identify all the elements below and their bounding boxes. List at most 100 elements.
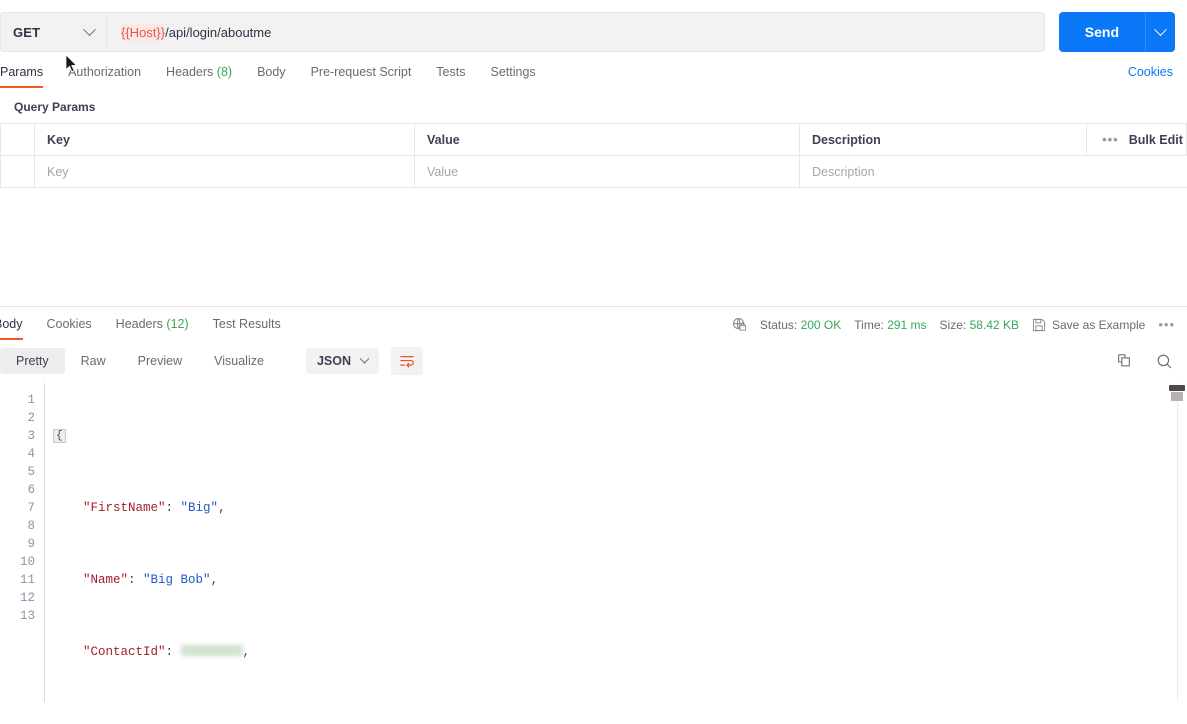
row-actions-cell [1086,155,1187,188]
fold-toggle[interactable]: { [53,429,66,443]
line-number: 6 [27,483,35,497]
time-label: Time: [854,317,884,332]
redacted-value [180,645,243,656]
select-all-cell[interactable] [0,123,35,156]
json-key: "Name" [83,573,129,587]
send-button-group: Send [1058,12,1175,52]
table-more-options-icon[interactable]: ••• [1102,132,1119,147]
line-number: 1 [27,393,35,407]
line-number: 4 [27,447,35,461]
tab-settings-label: Settings [490,65,536,79]
code-content[interactable]: { "FirstName": "Big", "Name": "Big Bob",… [44,383,1187,702]
http-method-label: GET [13,24,41,40]
search-icon[interactable] [1156,353,1173,370]
tab-tests[interactable]: Tests [436,65,465,88]
query-params-title: Query Params [14,100,96,114]
view-mode-preview[interactable]: Preview [122,348,198,374]
cookies-link[interactable]: Cookies [1128,65,1173,79]
tab-body-label: Body [257,65,286,79]
code-line-3: "Name": "Big Bob", [83,573,219,587]
response-body-toolbar: Pretty Raw Preview Visualize JSON [0,340,1187,382]
response-meta: Status: 200 OK Time: 291 ms Size: 58.42 … [732,317,1175,332]
tab-body[interactable]: Body [257,65,286,88]
line-number: 10 [19,555,35,569]
body-scrollbar[interactable] [1169,383,1185,702]
tab-authorization[interactable]: Authorization [68,65,141,88]
scrollbar-thumb-secondary[interactable] [1171,392,1183,401]
response-tab-body-label: Body [0,317,23,331]
column-header-value: Value [414,123,800,156]
size-label: Size: [939,317,967,332]
line-number: 8 [27,519,35,533]
response-tab-headers[interactable]: Headers (12) [116,317,189,340]
response-tab-cookies[interactable]: Cookies [47,317,92,340]
tab-params[interactable]: Params [0,65,44,88]
json-value: "Big" [180,501,219,515]
size-value: 58.42 KB [969,317,1019,332]
tab-pre-request-script-label: Pre-request Script [310,65,412,79]
table-row: Key Value Description [0,155,1187,188]
network-lock-icon[interactable] [732,317,747,332]
tab-headers[interactable]: Headers (8) [166,65,232,88]
response-headers-count: (12) [166,317,189,331]
response-tab-body[interactable]: Body [0,317,23,340]
json-key: "FirstName" [83,501,166,515]
line-number: 9 [27,537,35,551]
row-checkbox-cell[interactable] [0,155,35,188]
scrollbar-thumb[interactable] [1169,385,1185,391]
line-number: 2 [27,411,35,425]
status-label: Status: [759,317,798,332]
url-input[interactable]: {{Host}}/api/login/aboutme [106,12,1045,52]
http-method-selector[interactable]: GET [0,12,106,52]
request-tabs: Params Authorization Headers (8) Body Pr… [0,56,1187,88]
time-badge: Time: 291 ms [854,318,926,332]
request-bar: GET {{Host}}/api/login/aboutme Send [0,0,1187,56]
json-key: "ContactId" [83,645,166,659]
tab-settings[interactable]: Settings [490,65,535,88]
bulk-edit-button[interactable]: Bulk Edit [1129,133,1183,147]
line-number: 3 [27,429,35,443]
line-number: 5 [27,465,35,479]
line-number: 13 [19,609,35,623]
response-format-selector[interactable]: JSON [305,348,379,374]
response-tab-test-results[interactable]: Test Results [213,317,281,340]
tab-pre-request-script[interactable]: Pre-request Script [311,65,412,88]
status-badge: Status: 200 OK [760,318,841,332]
line-number-gutter: 1 2 3 4 5 6 7 8 9 10 11 12 13 [0,383,44,702]
copy-icon[interactable] [1116,353,1132,369]
json-comma: , [210,573,219,587]
time-value: 291 ms [887,317,927,332]
chevron-down-icon [359,353,370,364]
url-variable-token: {{Host}} [121,23,166,41]
save-as-example-button[interactable]: Save as Example [1032,318,1145,332]
table-header-row: Key Value Description ••• Bulk Edit [0,123,1187,156]
description-input[interactable]: Description [799,155,1087,188]
response-tab-test-results-label: Test Results [212,317,281,331]
json-comma: , [218,501,226,515]
value-input[interactable]: Value [414,155,800,188]
value-placeholder: Value [427,164,459,179]
line-number: 11 [19,573,35,587]
wrap-text-button[interactable] [391,347,423,375]
response-tabs: Body Cookies Headers (12) Test Results S… [0,307,1187,340]
view-mode-visualize[interactable]: Visualize [198,348,280,374]
tab-authorization-label: Authorization [68,65,142,79]
key-input[interactable]: Key [34,155,415,188]
url-path-text: /api/login/aboutme [165,24,272,40]
view-mode-raw[interactable]: Raw [65,348,122,374]
tab-params-label: Params [0,65,44,79]
view-mode-pretty[interactable]: Pretty [0,348,65,374]
json-comma: , [242,645,251,659]
json-value: "Big Bob" [143,573,211,587]
code-line-4: "ContactId": , [83,645,251,659]
code-line-2: "FirstName": "Big", [83,501,226,515]
chevron-down-icon [83,22,96,36]
chevron-down-icon [1154,22,1167,36]
response-more-options-icon[interactable]: ••• [1158,317,1175,332]
body-toolbar-right [1116,353,1173,370]
send-button[interactable]: Send [1058,12,1145,52]
response-body-viewer[interactable]: 1 2 3 4 5 6 7 8 9 10 11 12 13 { "FirstNa… [0,382,1187,702]
line-number: 7 [27,501,35,515]
headers-count: (8) [216,65,233,79]
send-options-button[interactable] [1145,12,1175,52]
